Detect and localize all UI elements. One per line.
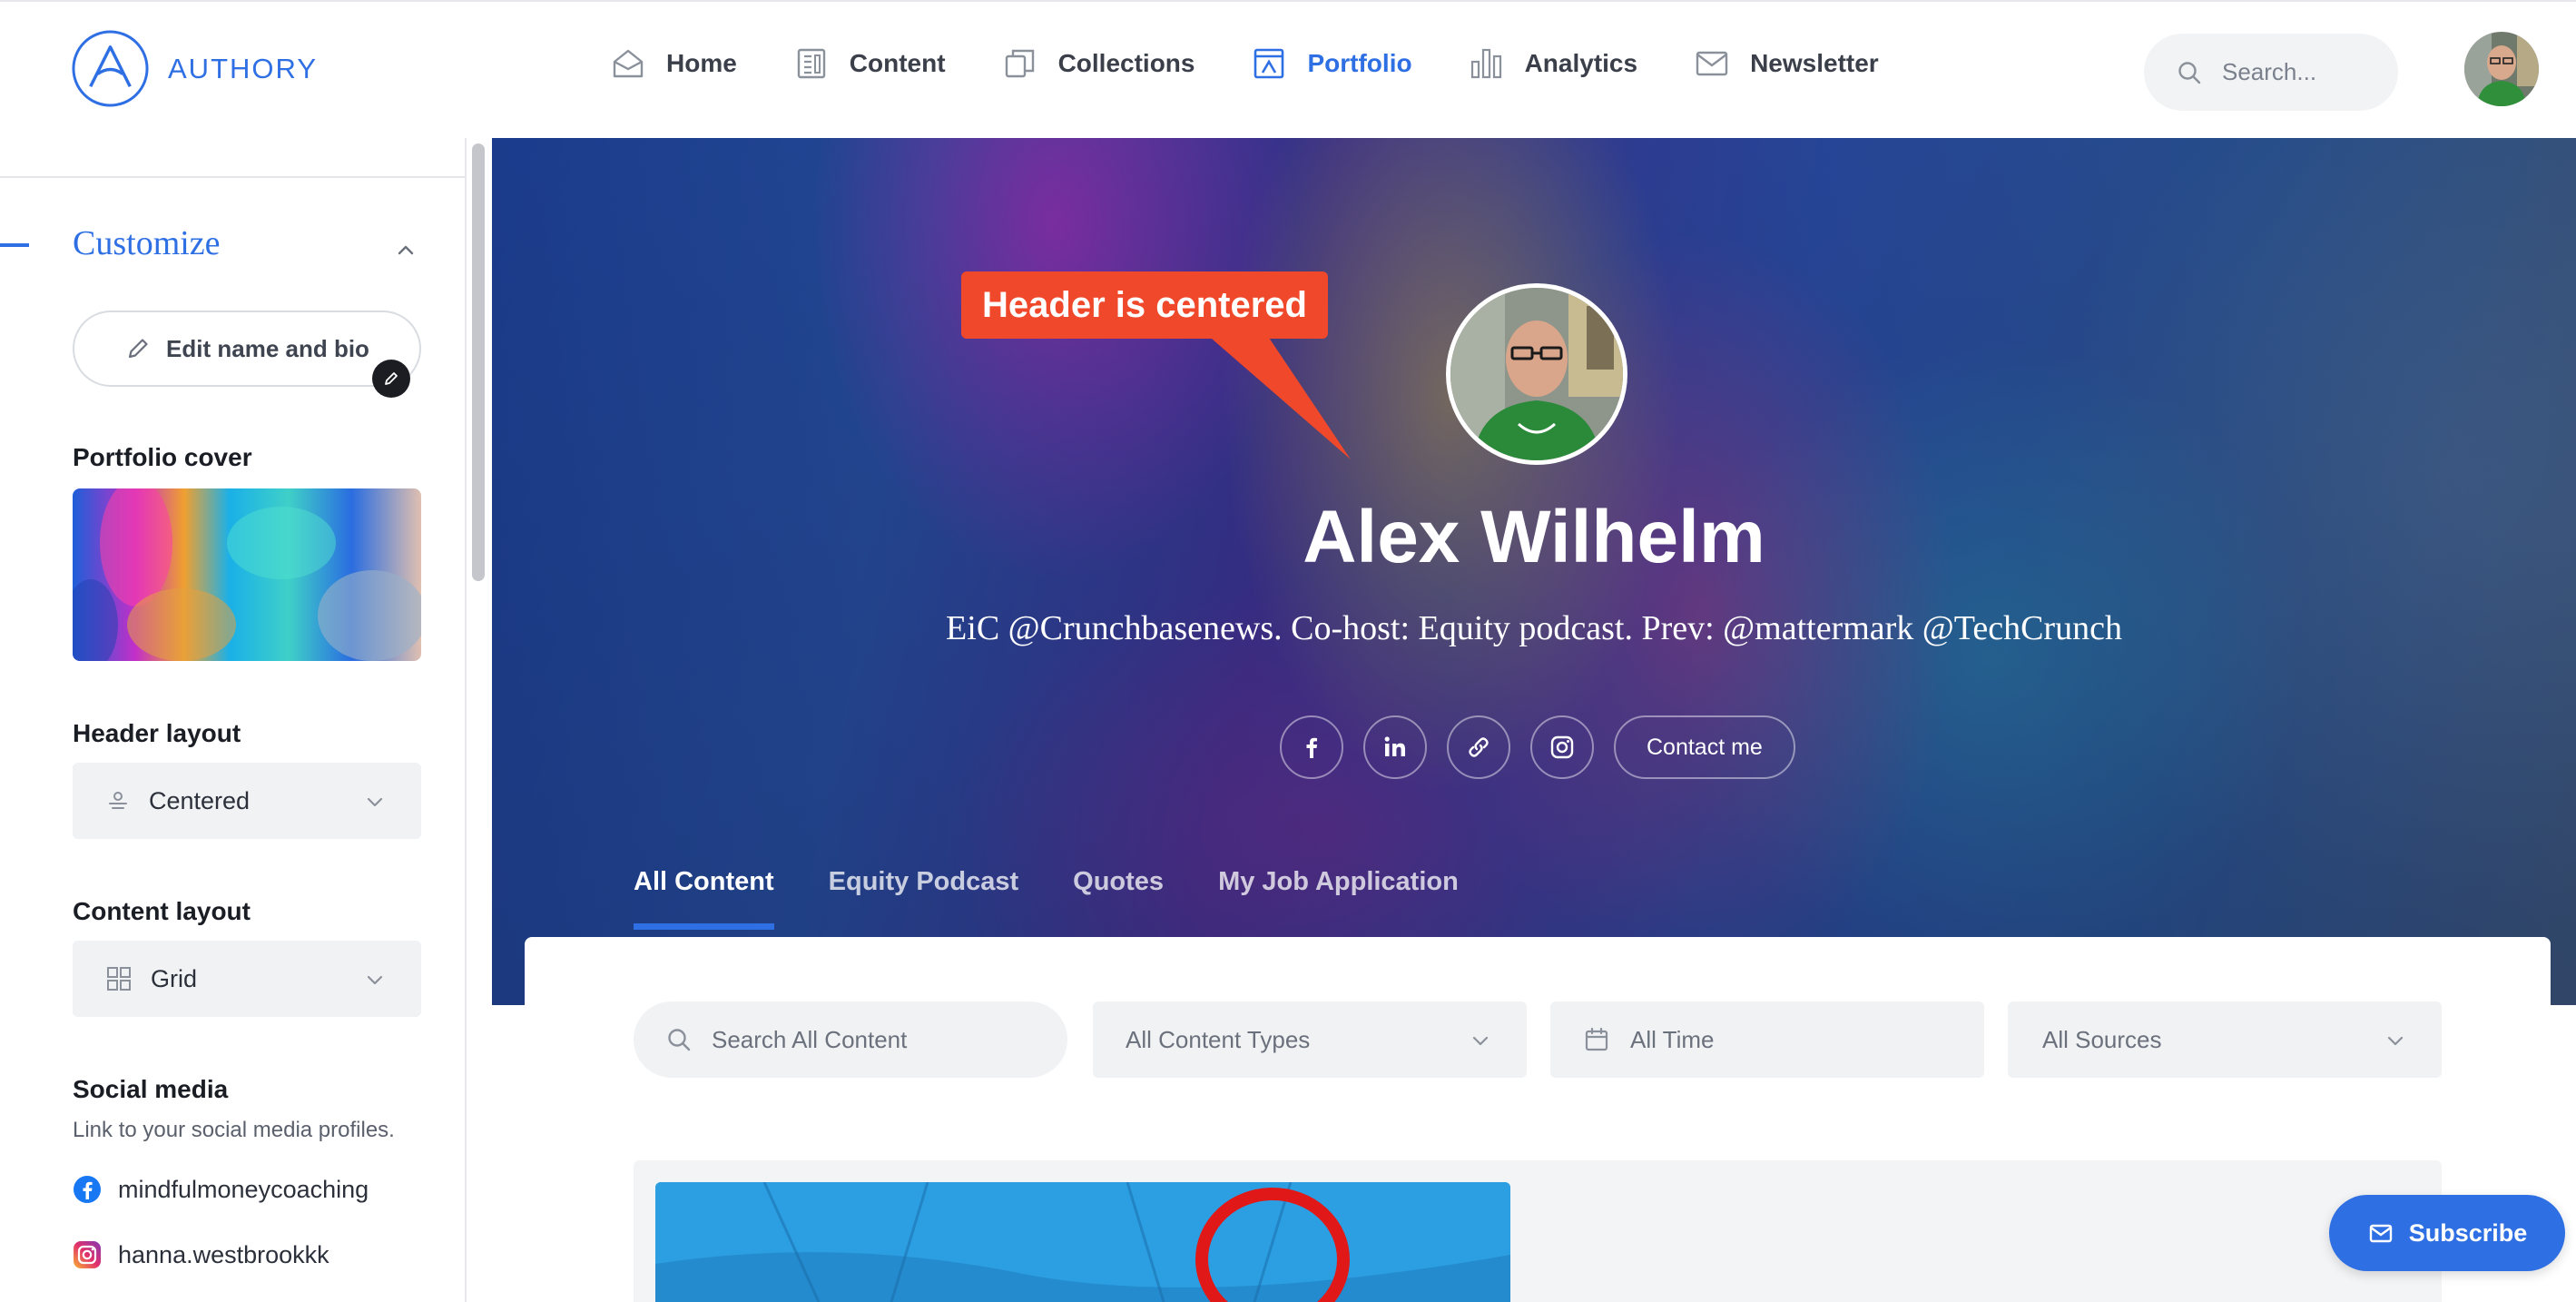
social-media-label: Social media [73,1075,229,1103]
chevron-down-icon [1472,1036,1489,1046]
tab-all-content[interactable]: All Content [634,867,774,930]
header-layout-value: Centered [149,786,251,814]
nav-item-newsletter[interactable]: Newsletter [1694,45,1879,82]
nav-label-home: Home [666,49,737,77]
facebook-icon [74,1176,101,1203]
nav-label-collections: Collections [1057,49,1195,77]
profile-bio: EiC @Crunchbasenews. Co-host: Equity pod… [946,609,2122,647]
content-type-value: All Content Types [1126,1025,1311,1053]
header-layout-select[interactable]: Centered [73,763,421,839]
collections-icon [1005,49,1034,78]
social-profile-facebook[interactable]: mindfulmoneycoaching [73,1175,369,1204]
sidebar-divider [0,176,467,178]
authory-logo-icon [72,30,149,107]
home-icon [613,49,644,78]
portfolio-cover-label: Portfolio cover [73,443,252,471]
search-icon [668,1029,691,1051]
nav-label-portfolio: Portfolio [1307,49,1412,77]
calendar-icon [1585,1027,1608,1051]
social-profile-instagram[interactable]: hanna.westbrookkk [73,1240,329,1269]
nav-label-content: Content [849,49,946,77]
sidebar-scrollbar[interactable] [472,143,485,581]
profile-facebook-link[interactable] [1280,715,1343,779]
edit-name-and-bio-button[interactable]: Edit name and bio [73,311,421,387]
linkedin-icon [1384,736,1405,756]
header-layout-label: Header layout [73,719,241,747]
edit-name-and-bio-label: Edit name and bio [166,334,369,362]
global-search[interactable] [2144,34,2398,111]
callout-pointer [1198,327,1351,459]
sources-filter-value: All Sources [2042,1025,2162,1053]
nav-label-analytics: Analytics [1524,49,1638,77]
nav-label-newsletter: Newsletter [1750,49,1879,77]
nav-item-analytics[interactable]: Analytics [1469,45,1638,82]
sources-filter[interactable]: All Sources [2008,1001,2442,1078]
instagram-icon [1550,735,1574,759]
subscribe-label: Subscribe [2408,1218,2528,1247]
social-media-description: Link to your social media profiles. [73,1118,395,1142]
time-filter[interactable]: All Time [1550,1001,1984,1078]
time-filter-value: All Time [1630,1025,1715,1053]
brand-name: AUTHORY [168,52,319,84]
portfolio-icon [1254,48,1284,79]
article-thumbnail-image [655,1182,1510,1302]
portfolio-cover-thumbnail[interactable] [73,488,421,661]
link-icon [1469,737,1489,757]
customize-sidebar: Customize Edit name and bio Portfolio co… [0,138,467,1302]
user-avatar-photo [2464,32,2539,106]
instagram-handle: hanna.westbrookkk [118,1240,329,1268]
newsletter-icon [1696,51,1728,76]
facebook-handle: mindfulmoneycoaching [118,1175,369,1203]
customize-section-title[interactable]: Customize [73,223,221,263]
profile-name: Alex Wilhelm [1303,496,1765,578]
pencil-icon [128,339,148,359]
profile-instagram-link[interactable] [1530,715,1594,779]
annotation-callout: Header is centered [961,271,1328,339]
global-search-input[interactable] [2222,58,2376,86]
top-navigation-bar: AUTHORY Home Content Collections Portfol… [0,0,2576,138]
profile-avatar [1446,283,1627,465]
content-layout-value: Grid [151,964,198,992]
nav-item-content[interactable]: Content [793,45,946,82]
cover-image [73,488,421,661]
content-search[interactable]: Search All Content [634,1001,1067,1078]
profile-website-link[interactable] [1447,715,1510,779]
tab-my-job-application[interactable]: My Job Application [1218,867,1459,930]
main-nav: Home Content Collections Portfolio Analy… [610,45,1935,82]
contact-me-button[interactable]: Contact me [1614,715,1795,779]
content-icon [797,48,825,79]
content-search-placeholder: Search All Content [712,1025,908,1053]
mail-icon [2369,1224,2392,1243]
content-layout-select[interactable]: Grid [73,941,421,1017]
content-card-thumbnail[interactable] [655,1182,1510,1302]
nav-item-collections[interactable]: Collections [1002,45,1195,82]
section-accent-line [0,243,29,247]
align-center-icon [109,792,127,809]
profile-social-links: Contact me [1280,715,1795,779]
search-icon [2178,61,2201,84]
content-type-filter[interactable]: All Content Types [1093,1001,1527,1078]
grid-icon [107,967,131,991]
analytics-icon [1470,48,1501,79]
portfolio-tabs: All Content Equity Podcast Quotes My Job… [634,867,1459,930]
instagram-icon [74,1241,101,1268]
pencil-icon [385,372,398,385]
profile-linkedin-link[interactable] [1363,715,1427,779]
nav-item-portfolio[interactable]: Portfolio [1251,45,1412,82]
user-avatar[interactable] [2464,32,2539,106]
chevron-up-icon[interactable] [392,236,419,263]
subscribe-button[interactable]: Subscribe [2329,1195,2565,1271]
tab-quotes[interactable]: Quotes [1073,867,1164,930]
content-layout-label: Content layout [73,897,251,925]
tab-equity-podcast[interactable]: Equity Podcast [829,867,1019,930]
profile-photo [1450,288,1623,460]
chevron-down-icon [367,797,383,807]
edit-cover-button[interactable] [372,360,410,398]
chevron-down-icon [367,975,383,985]
authory-logo[interactable]: AUTHORY [71,29,318,108]
facebook-icon [1306,737,1317,758]
nav-item-home[interactable]: Home [610,45,737,82]
chevron-down-icon [2387,1036,2404,1046]
